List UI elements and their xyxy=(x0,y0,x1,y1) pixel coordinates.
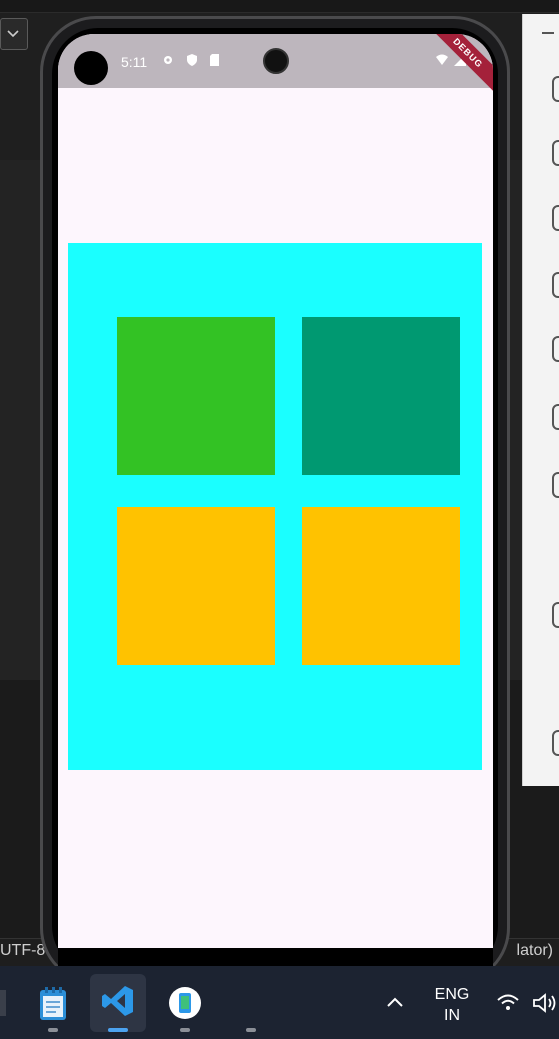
teal-box xyxy=(302,317,460,475)
power-icon[interactable] xyxy=(552,76,559,102)
vscode-indicator xyxy=(108,1028,128,1032)
back-icon[interactable] xyxy=(552,602,559,628)
language-indicator[interactable]: ENG IN xyxy=(428,984,476,1026)
phone-link-icon xyxy=(169,987,201,1019)
chevron-up-icon[interactable] xyxy=(386,996,404,1008)
sim-card-icon xyxy=(210,54,219,66)
device-status[interactable]: lator) xyxy=(517,942,553,960)
phone-link-indicator xyxy=(180,1028,190,1032)
vscode-icon xyxy=(102,986,133,1016)
chevron-down-icon xyxy=(7,30,19,38)
status-time: 5:11 xyxy=(121,54,148,70)
phone-link-app[interactable] xyxy=(158,974,214,1032)
ide-title-strip xyxy=(0,0,559,13)
screenshot-icon[interactable] xyxy=(552,404,559,430)
start-edge[interactable] xyxy=(0,990,6,1016)
green-box xyxy=(117,317,275,475)
encoding-status[interactable]: UTF-8 xyxy=(0,942,45,960)
more-icon[interactable] xyxy=(552,730,559,756)
language-line-2: IN xyxy=(444,1007,460,1024)
rotate-right-icon[interactable] xyxy=(552,336,559,362)
notepad-app[interactable] xyxy=(26,974,82,1032)
volume-down-icon[interactable] xyxy=(552,205,559,231)
phone-screen[interactable]: 5:11 DEBUG xyxy=(58,34,493,948)
emulator-toolbar xyxy=(522,14,559,786)
notepad-icon xyxy=(40,987,66,1020)
settings-icon xyxy=(164,56,172,64)
language-line-1: ENG xyxy=(434,986,470,1003)
minimize-icon[interactable] xyxy=(542,32,554,34)
shield-icon xyxy=(187,54,197,66)
wifi-icon xyxy=(436,54,448,65)
notepad-indicator xyxy=(48,1028,58,1032)
amber-box-right xyxy=(302,507,460,665)
vscode-app[interactable] xyxy=(90,974,146,1032)
volume-icon[interactable] xyxy=(532,993,558,1013)
taskbar-overflow-indicator xyxy=(246,1028,256,1032)
volume-up-icon[interactable] xyxy=(552,140,559,166)
rotate-left-icon[interactable] xyxy=(552,272,559,298)
amber-box-left xyxy=(117,507,275,665)
wifi-tray-icon[interactable] xyxy=(496,993,520,1011)
ide-dropdown-button[interactable] xyxy=(0,18,28,50)
camera-cutout xyxy=(74,51,108,85)
cyan-container xyxy=(68,243,482,770)
front-camera xyxy=(263,48,289,74)
zoom-icon[interactable] xyxy=(552,472,559,498)
